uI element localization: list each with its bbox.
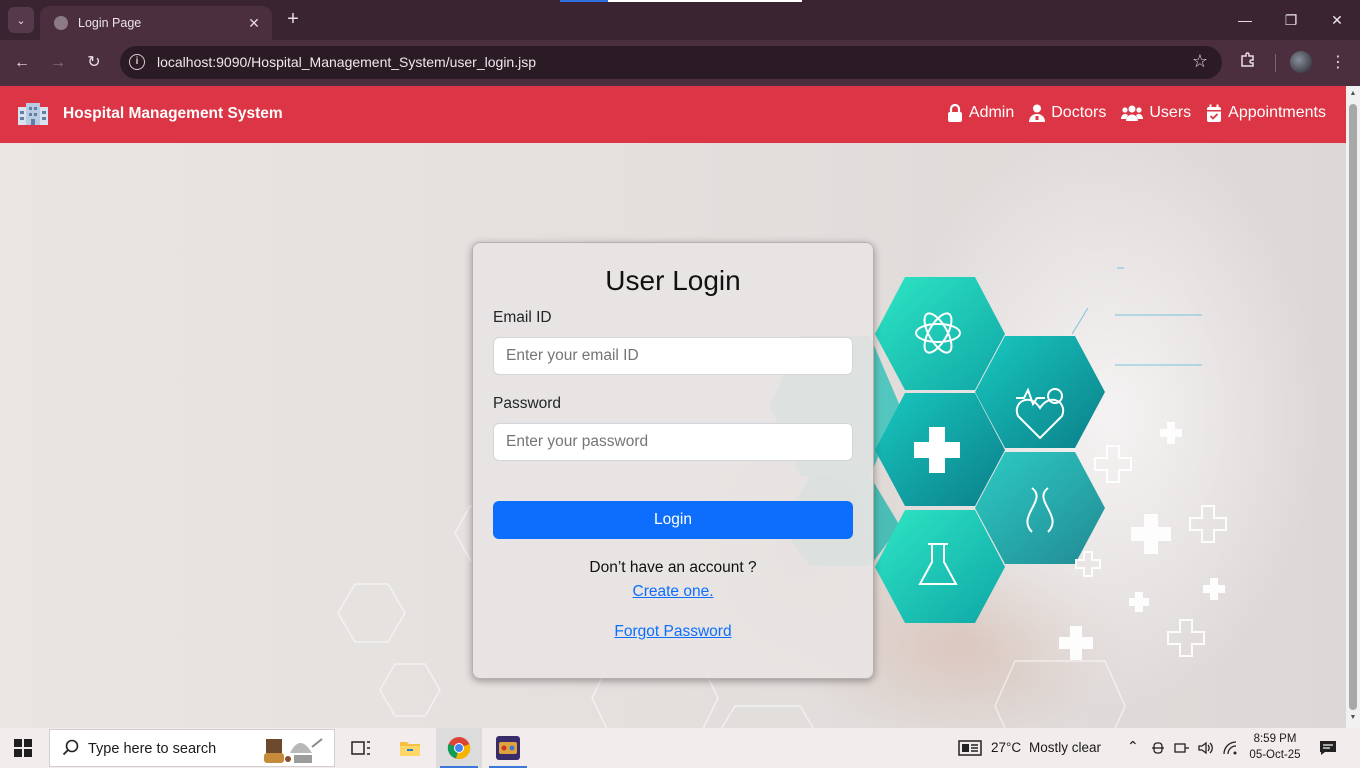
game-app-icon[interactable] bbox=[485, 728, 531, 768]
volume-icon[interactable] bbox=[1197, 740, 1213, 756]
users-icon bbox=[1121, 105, 1144, 121]
login-title: User Login bbox=[605, 265, 741, 296]
news-widget-icon[interactable] bbox=[958, 740, 982, 756]
calendar-check-icon bbox=[1207, 104, 1222, 122]
minimize-icon[interactable]: — bbox=[1230, 8, 1260, 32]
password-label: Password bbox=[493, 395, 562, 412]
clock-time: 8:59 PM bbox=[1253, 733, 1297, 745]
clock-date: 05-Oct-25 bbox=[1249, 749, 1301, 761]
password-field[interactable] bbox=[493, 423, 853, 461]
scroll-up-icon[interactable]: ▲ bbox=[1349, 90, 1357, 97]
brand-title: Hospital Management System bbox=[63, 105, 283, 122]
email-label: Email ID bbox=[493, 309, 552, 326]
notification-icon[interactable] bbox=[1318, 739, 1338, 757]
create-account-link[interactable]: Create one. bbox=[473, 583, 873, 601]
weather-description[interactable]: Mostly clear bbox=[1029, 740, 1101, 755]
nav-link-admin[interactable]: Admin bbox=[947, 104, 1014, 122]
scroll-down-icon[interactable]: ▼ bbox=[1349, 714, 1357, 721]
windows-taskbar: Type here to search 27°C Mostly clear ⌃ … bbox=[0, 728, 1360, 768]
nav-link-label: Doctors bbox=[1051, 104, 1107, 121]
search-highlight-art bbox=[264, 738, 323, 763]
no-account-text: Don’t have an account ? bbox=[589, 559, 757, 576]
extensions-icon[interactable] bbox=[1236, 51, 1260, 75]
meet-now-icon[interactable] bbox=[1151, 741, 1165, 755]
network-icon[interactable] bbox=[1174, 741, 1190, 755]
toolbar-divider bbox=[1275, 54, 1276, 72]
close-icon[interactable]: ✕ bbox=[246, 15, 262, 32]
tab-strip-highlight bbox=[560, 0, 802, 2]
nav-links: Admin Doctors Users Appointments bbox=[932, 104, 1326, 122]
windows-start-icon[interactable] bbox=[14, 739, 32, 757]
site-navbar: Hospital Management System Admin Doctors… bbox=[0, 86, 1346, 143]
task-view-icon[interactable] bbox=[338, 728, 384, 768]
file-explorer-icon[interactable] bbox=[387, 728, 433, 768]
tab-search-icon[interactable]: ⌄ bbox=[8, 7, 34, 33]
nav-link-label: Users bbox=[1149, 104, 1192, 121]
nav-link-doctors[interactable]: Doctors bbox=[1029, 104, 1106, 122]
nav-link-label: Appointments bbox=[1228, 104, 1326, 121]
browser-tab[interactable]: Login Page ✕ bbox=[40, 6, 272, 40]
taskbar-search-box[interactable]: Type here to search bbox=[49, 729, 335, 767]
profile-avatar[interactable] bbox=[1290, 51, 1312, 73]
login-button[interactable]: Login bbox=[493, 501, 853, 539]
login-card: User Login Email ID Password Login Don’t… bbox=[472, 242, 874, 679]
star-icon[interactable]: ☆ bbox=[1192, 51, 1208, 72]
site-info-icon[interactable]: i bbox=[129, 54, 145, 70]
browser-toolbar: ← → ↻ i localhost:9090/Hospital_Manageme… bbox=[0, 40, 1360, 86]
forward-arrow-icon[interactable]: → bbox=[46, 51, 70, 75]
browser-tab-strip: ⌄ Login Page ✕ + — ❐ ✕ bbox=[0, 0, 1360, 40]
hospital-building-icon bbox=[16, 101, 50, 127]
chrome-icon[interactable] bbox=[436, 728, 482, 768]
scroll-thumb[interactable] bbox=[1349, 104, 1357, 710]
reload-icon[interactable]: ↻ bbox=[82, 51, 106, 75]
url-text[interactable]: localhost:9090/Hospital_Management_Syste… bbox=[157, 54, 536, 70]
search-icon bbox=[62, 739, 79, 756]
maximize-icon[interactable]: ❐ bbox=[1276, 8, 1306, 32]
brand-link[interactable]: Hospital Management System bbox=[16, 101, 283, 127]
window-close-icon[interactable]: ✕ bbox=[1322, 8, 1352, 32]
tab-title: Login Page bbox=[78, 16, 142, 30]
forgot-password-link[interactable]: Forgot Password bbox=[473, 623, 873, 641]
nav-link-label: Admin bbox=[968, 104, 1015, 121]
back-arrow-icon[interactable]: ← bbox=[10, 51, 34, 75]
nav-link-users[interactable]: Users bbox=[1121, 104, 1191, 122]
page-scrollbar[interactable]: ▲ ▼ bbox=[1346, 86, 1360, 728]
globe-icon bbox=[54, 16, 68, 30]
lock-icon bbox=[947, 104, 962, 122]
wifi-icon[interactable] bbox=[1222, 740, 1238, 756]
weather-temperature[interactable]: 27°C bbox=[991, 740, 1021, 755]
user-doctor-icon bbox=[1029, 104, 1046, 122]
taskbar-clock[interactable]: 8:59 PM 05-Oct-25 bbox=[1247, 731, 1303, 763]
page-viewport: Hospital Management System Admin Doctors… bbox=[0, 86, 1346, 728]
kebab-menu-icon[interactable]: ⋮ bbox=[1326, 51, 1350, 75]
address-bar[interactable]: i localhost:9090/Hospital_Management_Sys… bbox=[120, 46, 1222, 79]
nav-link-appointments[interactable]: Appointments bbox=[1206, 104, 1326, 122]
new-tab-button[interactable]: + bbox=[282, 8, 304, 32]
search-placeholder: Type here to search bbox=[88, 741, 217, 757]
email-field[interactable] bbox=[493, 337, 853, 375]
chevron-up-icon[interactable]: ⌃ bbox=[1127, 738, 1139, 755]
